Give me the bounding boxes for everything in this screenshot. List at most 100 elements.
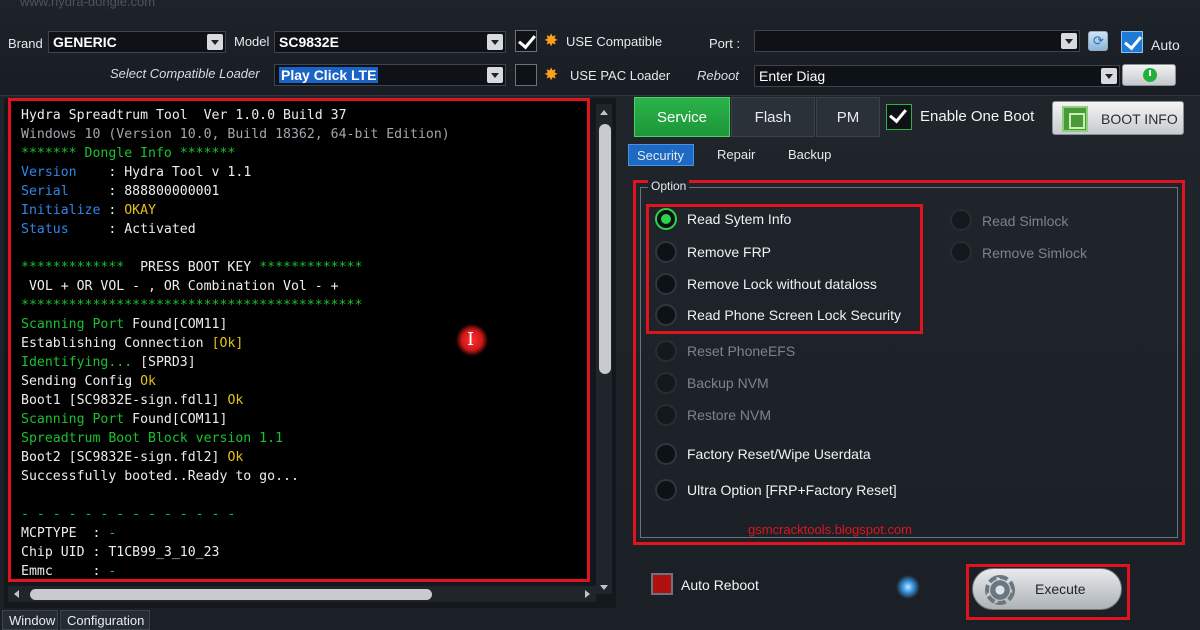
option-label[interactable]: Read Simlock [982, 213, 1068, 229]
chevron-down-icon[interactable] [487, 34, 503, 50]
option-label[interactable]: Remove Simlock [982, 245, 1087, 261]
console-text: [Ok] [211, 336, 244, 351]
tab-configuration[interactable]: Configuration [60, 610, 150, 630]
select-loader-label: Select Compatible Loader [110, 66, 260, 81]
refresh-icon: ⟳ [1093, 33, 1104, 48]
console-text: : 888800000001 [108, 184, 220, 199]
option-radio[interactable] [655, 443, 677, 465]
console-text: Scanning Port [21, 412, 133, 427]
console-text: Hydra Spreadtrum Tool Ver 1.0.0 Build 37 [21, 108, 347, 123]
option-label[interactable]: Backup NVM [687, 375, 769, 391]
scroll-up-icon[interactable] [600, 110, 608, 115]
use-pac-label: USE PAC Loader [570, 68, 671, 83]
console-text: Boot2 [SC9832E-sign.fdl2] [21, 450, 228, 465]
option-label[interactable]: Read Sytem Info [687, 211, 791, 227]
port-select[interactable] [754, 30, 1080, 52]
tab-flash[interactable]: Flash [731, 97, 815, 137]
loader-select[interactable]: Play Click LTE [274, 64, 506, 86]
execute-label: Execute [1035, 581, 1086, 597]
option-radio[interactable] [950, 209, 972, 231]
option-label[interactable]: Remove FRP [687, 244, 771, 260]
tab-service[interactable]: Service [634, 97, 730, 137]
option-radio[interactable] [950, 241, 972, 263]
top-bar: www.hydra-dongle.com Brand GENERIC Model… [0, 0, 1200, 96]
tab-backup[interactable]: Backup [780, 144, 839, 166]
auto-checkbox[interactable] [1121, 31, 1143, 53]
execute-button[interactable]: Execute [972, 568, 1122, 610]
reboot-value: Enter Diag [759, 68, 826, 84]
console-text: - - - - - - - - - - - - - - [21, 507, 236, 522]
option-label[interactable]: Read Phone Screen Lock Security [687, 307, 901, 323]
option-radio[interactable] [655, 208, 677, 230]
chevron-down-icon[interactable] [207, 34, 223, 50]
console-line: Sending Config Ok [21, 372, 577, 391]
console-log: Hydra Spreadtrum Tool Ver 1.0.0 Build 37… [8, 98, 590, 582]
console-text: ****************************************… [21, 298, 363, 313]
boot-info-button[interactable]: BOOT INFO [1052, 101, 1184, 135]
console-line: Successfully booted..Ready to go... [21, 467, 577, 486]
scroll-thumb[interactable] [599, 124, 611, 374]
chevron-down-icon[interactable] [487, 67, 503, 83]
option-radio[interactable] [655, 404, 677, 426]
console-horizontal-scrollbar[interactable] [8, 586, 596, 602]
console-line: ************* PRESS BOOT KEY ***********… [21, 258, 577, 277]
console-text: ******* Dongle Info ******* [21, 146, 236, 161]
use-compatible-checkbox[interactable] [515, 30, 537, 52]
chevron-down-icon[interactable] [1101, 68, 1117, 84]
option-radio[interactable] [655, 304, 677, 326]
tab-pm[interactable]: PM [816, 97, 880, 137]
console-panel: Hydra Spreadtrum Tool Ver 1.0.0 Build 37… [4, 98, 616, 608]
option-label[interactable]: Restore NVM [687, 407, 771, 423]
console-line: Serial : 888800000001 [21, 182, 577, 201]
console-line: Spreadtrum Boot Block version 1.1 [21, 429, 577, 448]
console-vertical-scrollbar[interactable] [596, 104, 612, 594]
console-line: Status : Activated [21, 220, 577, 239]
console-line: VOL + OR VOL - , OR Combination Vol - + [21, 277, 577, 296]
tab-window[interactable]: Window [2, 610, 58, 630]
model-value: SC9832E [279, 34, 339, 50]
option-radio[interactable] [655, 273, 677, 295]
console-line: Initialize : OKAY [21, 201, 577, 220]
chevron-down-icon[interactable] [1061, 33, 1077, 49]
console-line: Scanning Port Found[COM11] [21, 410, 577, 429]
option-radio[interactable] [655, 340, 677, 362]
power-button[interactable] [1122, 64, 1176, 86]
option-label[interactable]: Ultra Option [FRP+Factory Reset] [687, 482, 897, 498]
bottom-tabs: Window Configuration [0, 610, 620, 630]
option-label[interactable]: Reset PhoneEFS [687, 343, 795, 359]
use-pac-checkbox[interactable] [515, 64, 537, 86]
console-line: Scanning Port Found[COM11] [21, 315, 577, 334]
option-label[interactable]: Factory Reset/Wipe Userdata [687, 446, 871, 462]
hydra-tool-window: www.hydra-dongle.com Brand GENERIC Model… [0, 0, 1200, 630]
option-radio[interactable] [655, 479, 677, 501]
reboot-select[interactable]: Enter Diag [754, 65, 1120, 87]
console-text: - [108, 526, 117, 541]
option-radio[interactable] [655, 241, 677, 263]
option-radio[interactable] [655, 372, 677, 394]
tab-repair[interactable]: Repair [709, 144, 763, 166]
use-compatible-label: USE Compatible [566, 34, 663, 49]
enable-one-boot-checkbox[interactable] [886, 104, 912, 130]
brand-select[interactable]: GENERIC [48, 31, 226, 53]
model-select[interactable]: SC9832E [274, 31, 506, 53]
tab-security[interactable]: Security [628, 144, 694, 166]
console-text: Spreadtrum Boot Block version 1.1 [21, 431, 284, 446]
refresh-ports-button[interactable]: ⟳ [1088, 31, 1108, 51]
option-legend: Option [648, 179, 690, 193]
scroll-thumb[interactable] [30, 589, 432, 600]
enable-one-boot-label: Enable One Boot [920, 108, 1035, 125]
watermark-url: www.hydra-dongle.com [20, 0, 156, 9]
scroll-left-icon[interactable] [14, 590, 19, 598]
power-icon [1143, 68, 1157, 82]
console-text: Serial [21, 184, 109, 199]
auto-reboot-checkbox[interactable] [651, 573, 673, 595]
console-line: ******* Dongle Info ******* [21, 144, 577, 163]
gear-icon [985, 575, 1015, 605]
scroll-down-icon[interactable] [600, 585, 608, 590]
console-text: : Activated [108, 222, 196, 237]
option-label[interactable]: Remove Lock without dataloss [687, 276, 877, 292]
scroll-right-icon[interactable] [585, 590, 590, 598]
console-text: Identifying... [21, 355, 141, 370]
